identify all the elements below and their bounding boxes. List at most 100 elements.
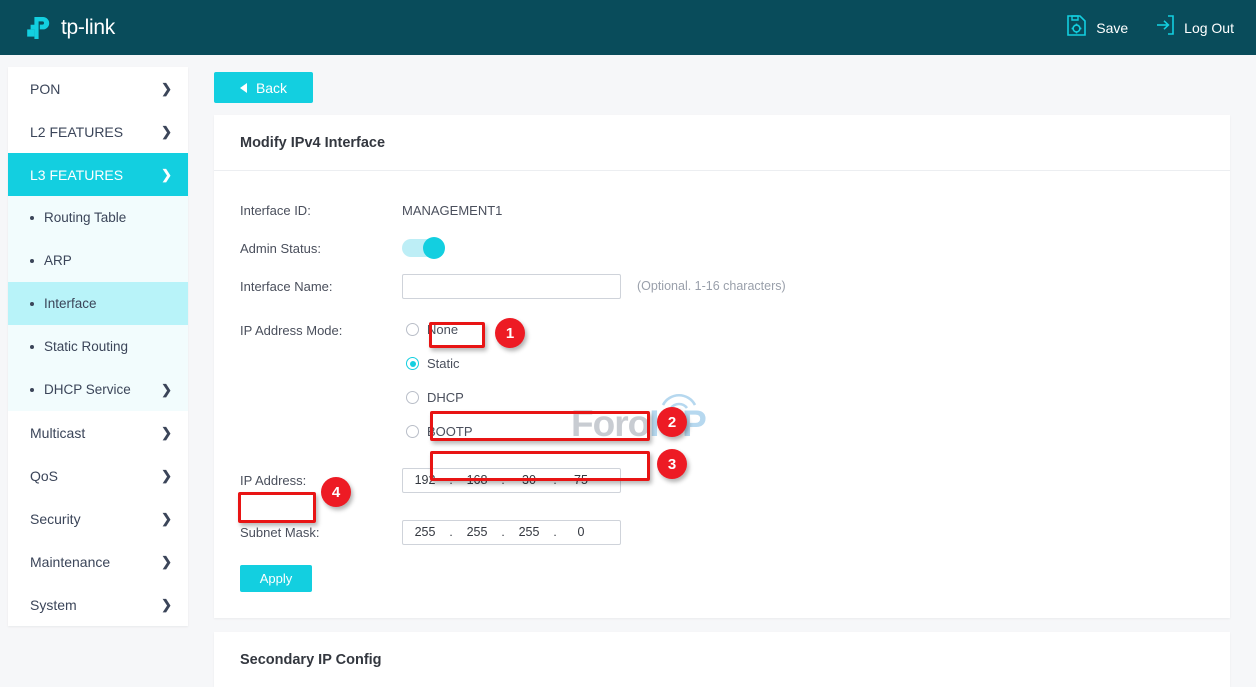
arrow-left-icon bbox=[240, 83, 247, 93]
radio-circle-icon bbox=[406, 357, 419, 370]
bullet-icon bbox=[30, 259, 34, 263]
ip-address-mode-row: IP Address Mode: None Static bbox=[214, 319, 1230, 442]
radio-option-static[interactable]: Static bbox=[402, 353, 479, 374]
sidebar-item-l2-features[interactable]: L2 FEATURES ❯ bbox=[8, 110, 188, 153]
sidebar-item-l3-features[interactable]: L3 FEATURES ❯ bbox=[8, 153, 188, 196]
radio-circle-icon bbox=[406, 425, 419, 438]
top-header-bar: tp-link Save bbox=[0, 0, 1256, 55]
subnet-mask-row: Subnet Mask: . . . bbox=[214, 513, 1230, 551]
sidebar-item-label: Routing Table bbox=[44, 210, 126, 225]
radio-label: Static bbox=[427, 356, 460, 371]
sidebar-item-label: Interface bbox=[44, 296, 97, 311]
sidebar-item-maintenance[interactable]: Maintenance ❯ bbox=[8, 540, 188, 583]
ip-separator: . bbox=[499, 525, 507, 539]
header-actions: Save Log Out bbox=[1066, 14, 1234, 42]
tp-link-logo[interactable]: tp-link bbox=[24, 13, 115, 43]
mask-octet-3[interactable] bbox=[507, 524, 551, 540]
interface-name-input[interactable] bbox=[402, 274, 621, 299]
radio-option-bootp[interactable]: BOOTP bbox=[402, 421, 479, 442]
radio-label: DHCP bbox=[427, 390, 464, 405]
ip-separator: . bbox=[499, 473, 507, 487]
save-button[interactable]: Save bbox=[1066, 14, 1128, 42]
admin-status-row: Admin Status: bbox=[214, 229, 1230, 267]
ip-mode-radio-group: None Static DHCP BOOTP bbox=[402, 319, 479, 442]
ip-separator: . bbox=[551, 473, 559, 487]
radio-option-dhcp[interactable]: DHCP bbox=[402, 387, 479, 408]
ip-address-row: IP Address: . . . bbox=[214, 461, 1230, 499]
sidebar-item-label: QoS bbox=[30, 468, 58, 484]
chevron-right-icon: ❯ bbox=[161, 597, 172, 613]
sidebar-item-label: Security bbox=[30, 511, 81, 527]
interface-id-value: MANAGEMENT1 bbox=[402, 203, 502, 218]
admin-status-label: Admin Status: bbox=[214, 241, 402, 256]
ip-octet-3[interactable] bbox=[507, 472, 551, 488]
ip-octet-2[interactable] bbox=[455, 472, 499, 488]
ip-address-input-group[interactable]: . . . bbox=[402, 468, 621, 493]
apply-button[interactable]: Apply bbox=[240, 565, 312, 592]
mask-octet-4[interactable] bbox=[559, 524, 603, 540]
sidebar-submenu-l3: Routing Table ARP Interface Static Routi… bbox=[8, 196, 188, 411]
radio-label: BOOTP bbox=[427, 424, 473, 439]
sidebar-item-dhcp-service[interactable]: DHCP Service ❯ bbox=[8, 368, 188, 411]
radio-label: None bbox=[427, 322, 458, 337]
sidebar-item-label: Maintenance bbox=[30, 554, 110, 570]
admin-status-toggle[interactable] bbox=[402, 239, 444, 257]
interface-id-row: Interface ID: MANAGEMENT1 bbox=[214, 191, 1230, 229]
back-label: Back bbox=[256, 80, 287, 96]
logout-button[interactable]: Log Out bbox=[1154, 14, 1234, 41]
panel-body: ForoISP Interface ID: MANAGEMENT1 Admin … bbox=[214, 171, 1230, 618]
ip-address-mode-label: IP Address Mode: bbox=[214, 319, 402, 338]
ip-separator: . bbox=[447, 473, 455, 487]
sidebar-item-label: L2 FEATURES bbox=[30, 124, 123, 140]
ip-separator: . bbox=[447, 525, 455, 539]
interface-id-label: Interface ID: bbox=[214, 203, 402, 218]
secondary-panel-title: Secondary IP Config bbox=[214, 632, 1230, 687]
chevron-right-icon: ❯ bbox=[161, 554, 172, 570]
subnet-mask-label: Subnet Mask: bbox=[214, 525, 402, 540]
mask-octet-1[interactable] bbox=[403, 524, 447, 540]
sidebar-item-label: DHCP Service bbox=[44, 382, 131, 397]
chevron-right-icon: ❯ bbox=[161, 81, 172, 97]
sidebar-item-routing-table[interactable]: Routing Table bbox=[8, 196, 188, 239]
bullet-icon bbox=[30, 216, 34, 220]
sidebar-navigation: PON ❯ L2 FEATURES ❯ L3 FEATURES ❯ Routin… bbox=[8, 67, 188, 626]
interface-name-hint: (Optional. 1-16 characters) bbox=[637, 279, 786, 293]
chevron-right-icon: ❯ bbox=[161, 382, 172, 398]
subnet-mask-input-group[interactable]: . . . bbox=[402, 520, 621, 545]
secondary-ip-config-panel: Secondary IP Config bbox=[214, 632, 1230, 687]
ip-octet-1[interactable] bbox=[403, 472, 447, 488]
sidebar-item-label: System bbox=[30, 597, 77, 613]
tp-link-logo-text: tp-link bbox=[61, 16, 115, 40]
toggle-knob bbox=[423, 237, 445, 259]
sidebar-item-qos[interactable]: QoS ❯ bbox=[8, 454, 188, 497]
tp-link-logo-mark bbox=[24, 13, 54, 43]
sidebar-item-system[interactable]: System ❯ bbox=[8, 583, 188, 626]
sidebar-item-pon[interactable]: PON ❯ bbox=[8, 67, 188, 110]
back-button[interactable]: Back bbox=[214, 72, 313, 103]
mask-octet-2[interactable] bbox=[455, 524, 499, 540]
ip-octet-4[interactable] bbox=[559, 472, 603, 488]
chevron-right-icon: ❯ bbox=[161, 468, 172, 484]
radio-option-none[interactable]: None bbox=[402, 319, 479, 340]
logout-label: Log Out bbox=[1184, 20, 1234, 36]
sidebar-item-interface[interactable]: Interface bbox=[8, 282, 188, 325]
panel-title: Modify IPv4 Interface bbox=[214, 115, 1230, 171]
bullet-icon bbox=[30, 345, 34, 349]
ip-address-label: IP Address: bbox=[214, 473, 402, 488]
radio-circle-icon bbox=[406, 391, 419, 404]
chevron-right-icon: ❯ bbox=[161, 124, 172, 140]
chevron-right-icon: ❯ bbox=[161, 511, 172, 527]
sidebar-item-multicast[interactable]: Multicast ❯ bbox=[8, 411, 188, 454]
chevron-down-icon: ❯ bbox=[161, 167, 172, 183]
modify-ipv4-interface-panel: Modify IPv4 Interface ForoISP Interface … bbox=[214, 115, 1230, 618]
sidebar-item-label: L3 FEATURES bbox=[30, 167, 123, 183]
sidebar-item-security[interactable]: Security ❯ bbox=[8, 497, 188, 540]
interface-name-label: Interface Name: bbox=[214, 279, 402, 294]
logout-arrow-icon bbox=[1154, 14, 1175, 41]
chevron-right-icon: ❯ bbox=[161, 425, 172, 441]
sidebar-item-label: Static Routing bbox=[44, 339, 128, 354]
bullet-icon bbox=[30, 302, 34, 306]
sidebar-item-label: ARP bbox=[44, 253, 72, 268]
sidebar-item-static-routing[interactable]: Static Routing bbox=[8, 325, 188, 368]
sidebar-item-arp[interactable]: ARP bbox=[8, 239, 188, 282]
